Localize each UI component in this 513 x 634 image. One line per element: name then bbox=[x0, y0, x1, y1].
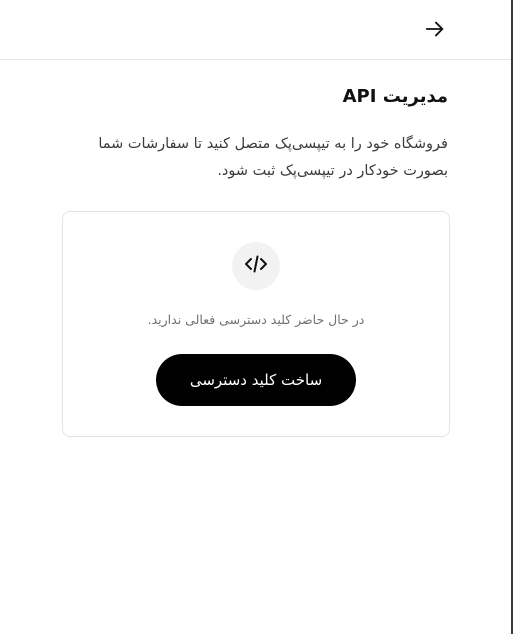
panel-header bbox=[0, 0, 511, 60]
create-access-key-button[interactable]: ساخت کلید دسترسی bbox=[156, 354, 356, 406]
empty-state-message: در حال حاضر کلید دسترسی فعالی ندارید. bbox=[147, 312, 365, 327]
code-icon-circle bbox=[232, 242, 280, 290]
api-management-panel: مدیریت API فروشگاه خود را به تیپسی‌پک مت… bbox=[0, 0, 513, 634]
back-button[interactable] bbox=[416, 10, 454, 48]
arrow-right-icon bbox=[424, 18, 446, 40]
page-description: فروشگاه خود را به تیپسی‌پک متصل کنید تا … bbox=[98, 136, 448, 179]
page-title: مدیریت API bbox=[342, 86, 448, 107]
code-icon bbox=[244, 252, 268, 280]
empty-state-card: در حال حاضر کلید دسترسی فعالی ندارید. سا… bbox=[62, 211, 450, 437]
